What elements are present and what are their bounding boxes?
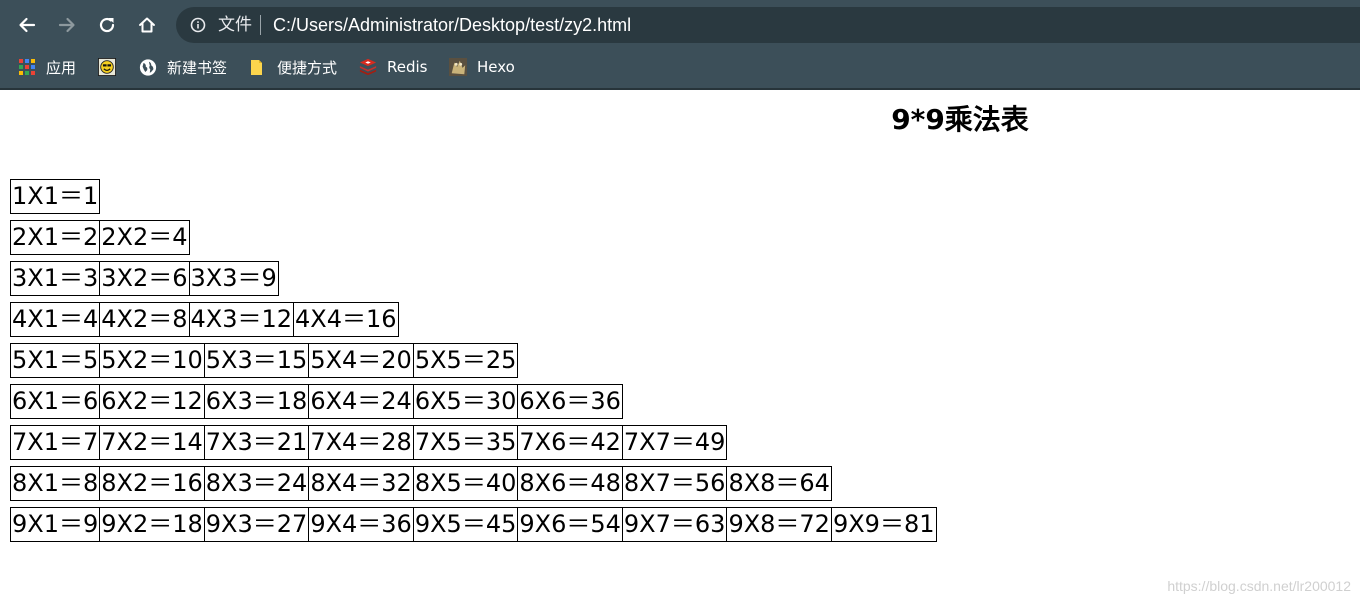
table-cell: 3X2＝6 <box>99 261 190 296</box>
page-content: 9*9乘法表 1X1＝1 2X1＝2 2X2＝4 3X1＝3 3X2＝6 3X3＝9 4X1… <box>0 90 1360 604</box>
table-cell: 8X1＝8 <box>10 466 101 501</box>
bookmark-label: 应用 <box>46 58 77 77</box>
bookmark-label: Hexo <box>477 58 515 76</box>
globe-icon <box>139 58 157 76</box>
address-separator <box>260 15 261 35</box>
folder-icon <box>249 58 267 76</box>
table-cell: 7X7＝49 <box>621 425 728 460</box>
table-cell: 8X6＝48 <box>517 466 623 501</box>
browser-chrome: 文件 C:/Users/Administrator/Desktop/test/z… <box>0 0 1360 90</box>
table-cell: 4X3＝12 <box>188 302 295 337</box>
hexo-icon <box>449 58 467 76</box>
bookmark-new[interactable]: 新建书签 <box>139 56 227 78</box>
redis-icon <box>359 58 377 76</box>
table-row: 5X1＝5 5X2＝10 5X3＝15 5X4＝20 5X5＝25 <box>10 343 936 378</box>
table-cell: 6X5＝30 <box>412 384 519 419</box>
table-cell: 7X6＝42 <box>517 425 623 460</box>
table-cell: 5X1＝5 <box>10 343 101 378</box>
table-cell: 9X5＝45 <box>412 507 519 542</box>
bookmark-shortcuts[interactable]: 便捷方式 <box>249 56 337 78</box>
table-cell: 9X1＝9 <box>10 507 101 542</box>
table-cell: 7X1＝7 <box>10 425 101 460</box>
watermark: https://blog.csdn.net/lr200012 <box>1167 578 1351 594</box>
table-row: 8X1＝8 8X2＝16 8X3＝24 8X4＝32 8X5＝40 8X6＝48 8X7＝5… <box>10 466 936 501</box>
forward-arrow-icon <box>58 17 75 33</box>
table-cell: 4X1＝4 <box>10 302 101 337</box>
table-cell: 2X1＝2 <box>10 220 101 255</box>
bookmark-hexo[interactable]: Hexo <box>449 56 515 78</box>
table-row: 3X1＝3 3X2＝6 3X3＝9 <box>10 261 936 296</box>
bookmark-apps[interactable]: 应用 <box>18 56 76 78</box>
table-cell: 9X7＝63 <box>621 507 728 542</box>
table-cell: 5X3＝15 <box>203 343 310 378</box>
table-cell: 7X3＝21 <box>203 425 310 460</box>
table-cell: 8X3＝24 <box>203 466 310 501</box>
table-row: 7X1＝7 7X2＝14 7X3＝21 7X4＝28 7X5＝35 7X6＝42 7X7＝4… <box>10 425 936 460</box>
table-cell: 9X2＝18 <box>99 507 205 542</box>
table-cell: 3X3＝9 <box>188 261 279 296</box>
url-text[interactable]: C:/Users/Administrator/Desktop/test/zy2.… <box>273 14 631 36</box>
table-cell: 4X2＝8 <box>99 302 190 337</box>
bookmark-redis[interactable]: Redis <box>359 56 427 78</box>
table-cell: 5X2＝10 <box>99 343 205 378</box>
table-cell: 9X8＝72 <box>726 507 832 542</box>
smiley-image-icon <box>98 58 116 76</box>
table-cell: 6X1＝6 <box>10 384 101 419</box>
table-row: 9X1＝9 9X2＝18 9X3＝27 9X4＝36 9X5＝45 9X6＝54 9X7＝6… <box>10 507 937 542</box>
home-button[interactable] <box>131 9 163 41</box>
table-cell: 4X4＝16 <box>293 302 399 337</box>
table-cell: 9X3＝27 <box>203 507 310 542</box>
table-cell: 7X2＝14 <box>99 425 205 460</box>
table-cell: 8X2＝16 <box>99 466 205 501</box>
table-cell: 8X4＝32 <box>308 466 414 501</box>
table-cell: 7X5＝35 <box>412 425 519 460</box>
table-cell: 3X1＝3 <box>10 261 101 296</box>
table-cell: 6X4＝24 <box>308 384 414 419</box>
forward-button[interactable] <box>51 9 83 41</box>
reload-button[interactable] <box>91 9 123 41</box>
bookmarks-bar: 应用 新建书签 便捷方式 Redis Hexo <box>0 50 1360 88</box>
reload-icon <box>99 17 115 33</box>
table-cell: 2X2＝4 <box>99 220 190 255</box>
bookmark-smiley[interactable] <box>98 56 126 78</box>
table-cell: 6X2＝12 <box>99 384 205 419</box>
home-icon <box>139 17 155 33</box>
browser-toolbar: 文件 C:/Users/Administrator/Desktop/test/z… <box>0 0 1360 50</box>
apps-grid-icon <box>18 58 36 76</box>
table-cell: 6X6＝36 <box>517 384 623 419</box>
multiplication-table: 1X1＝1 2X1＝2 2X2＝4 3X1＝3 3X2＝6 3X3＝9 4X1＝4 4X2＝8… <box>10 179 937 548</box>
bookmark-label: 新建书签 <box>167 58 228 77</box>
table-row: 6X1＝6 6X2＝12 6X3＝18 6X4＝24 6X5＝30 6X6＝36 <box>10 384 936 419</box>
table-cell: 7X4＝28 <box>308 425 414 460</box>
table-cell: 8X5＝40 <box>412 466 519 501</box>
back-button[interactable] <box>11 9 43 41</box>
address-bar[interactable]: 文件 C:/Users/Administrator/Desktop/test/z… <box>176 7 1360 43</box>
url-scheme-label: 文件 <box>218 15 252 35</box>
table-cell: 9X4＝36 <box>308 507 414 542</box>
table-cell: 9X9＝81 <box>830 507 937 542</box>
table-cell: 9X6＝54 <box>517 507 623 542</box>
page-title: 9*9乘法表 <box>891 103 1029 136</box>
table-cell: 8X7＝56 <box>621 466 728 501</box>
table-cell: 1X1＝1 <box>10 179 101 214</box>
back-arrow-icon <box>19 17 36 33</box>
bookmark-label: Redis <box>387 58 428 76</box>
bookmark-label: 便捷方式 <box>277 58 338 77</box>
table-cell: 8X8＝64 <box>726 466 832 501</box>
table-cell: 6X3＝18 <box>203 384 310 419</box>
info-icon[interactable] <box>190 17 206 33</box>
table-cell: 5X5＝25 <box>412 343 519 378</box>
table-cell: 5X4＝20 <box>308 343 414 378</box>
table-row: 4X1＝4 4X2＝8 4X3＝12 4X4＝16 <box>10 302 936 337</box>
table-row: 1X1＝1 <box>10 179 936 214</box>
table-row: 2X1＝2 2X2＝4 <box>10 220 936 255</box>
